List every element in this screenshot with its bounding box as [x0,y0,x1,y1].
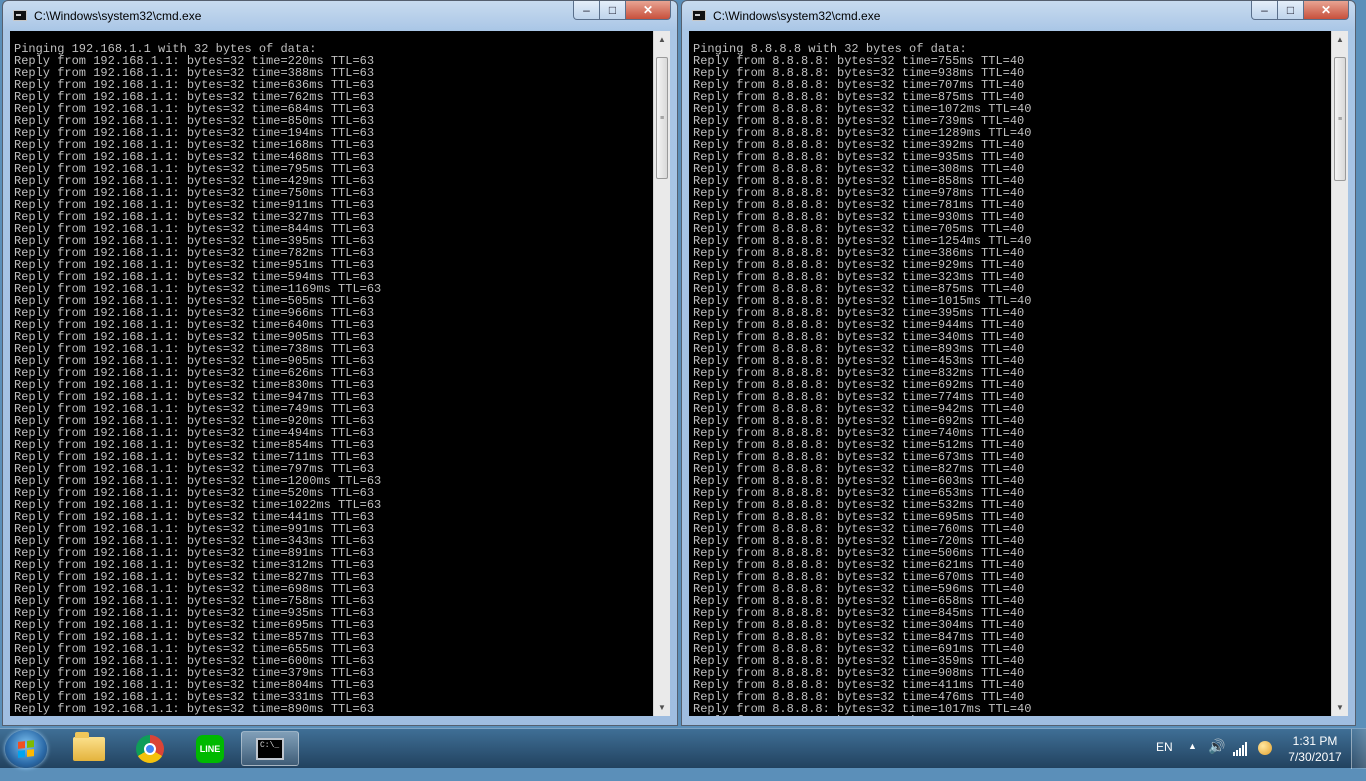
folder-icon [73,731,105,761]
minimize-button[interactable]: – [1251,1,1278,20]
close-button[interactable]: ✕ [1304,1,1349,20]
taskbar-explorer-button[interactable] [60,731,118,766]
scroll-thumb[interactable]: ≡ [656,57,668,179]
scroll-up-arrow-icon[interactable]: ▲ [1332,31,1348,48]
console-output: Pinging 192.168.1.1 with 32 bytes of dat… [14,43,652,715]
chrome-icon [136,734,164,763]
scroll-down-arrow-icon[interactable]: ▼ [654,699,670,716]
maximize-button[interactable]: □ [600,1,626,20]
maximize-button[interactable]: □ [1278,1,1304,20]
clock-date: 7/30/2017 [1288,750,1342,764]
taskbar-chrome-button[interactable] [121,731,179,766]
cmd-window-left[interactable]: C:\Windows\system32\cmd.exe – □ ✕ Pingin… [2,0,678,726]
line-icon: LINE [196,734,224,763]
language-indicator[interactable]: EN [1156,740,1173,780]
start-button[interactable] [5,730,47,768]
console-output: Pinging 8.8.8.8 with 32 bytes of data: Re… [693,43,1330,716]
console-line: Reply from 8.8.8.8: bytes=32 time=402ms … [693,715,1330,716]
window-title: C:\Windows\system32\cmd.exe [34,9,202,23]
title-bar[interactable]: C:\Windows\system32\cmd.exe – □ ✕ [682,1,1355,31]
clock-time: 1:31 PM [1292,734,1338,748]
power-icon[interactable] [1258,741,1272,755]
show-desktop-button[interactable] [1351,729,1366,769]
scroll-down-arrow-icon[interactable]: ▼ [1332,699,1348,716]
scroll-thumb[interactable]: ≡ [1334,57,1346,181]
taskbar-line-button[interactable]: LINE [181,731,239,766]
taskbar: LINE C:\_ EN ▲ 🔊 1:31 PM 7/30/2017 [0,728,1366,769]
show-hidden-icons-icon[interactable]: ▲ [1188,741,1197,781]
taskbar-cmd-button[interactable]: C:\_ [241,731,299,766]
title-bar[interactable]: C:\Windows\system32\cmd.exe – □ ✕ [3,1,677,31]
close-button[interactable]: ✕ [626,1,671,20]
clock[interactable]: 1:31 PM 7/30/2017 [1286,733,1344,773]
cmd-app-icon[interactable] [692,10,706,21]
console-area[interactable]: Pinging 192.168.1.1 with 32 bytes of dat… [10,31,670,716]
window-controls: – □ ✕ [1251,1,1349,21]
cmd-icon: C:\_ [256,737,284,760]
window-controls: – □ ✕ [573,1,671,21]
minimize-button[interactable]: – [573,1,600,20]
console-area[interactable]: Pinging 8.8.8.8 with 32 bytes of data: Re… [689,31,1348,716]
cmd-app-icon[interactable] [13,10,27,21]
volume-icon[interactable]: 🔊 [1208,738,1225,778]
network-signal-icon[interactable] [1233,742,1249,756]
window-title: C:\Windows\system32\cmd.exe [713,9,881,23]
scroll-up-arrow-icon[interactable]: ▲ [654,31,670,48]
console-line: Reply from 192.168.1.1: bytes=32 time=89… [14,702,375,716]
vertical-scrollbar[interactable]: ▲ ≡ ▼ [653,31,670,716]
cmd-window-right[interactable]: C:\Windows\system32\cmd.exe – □ ✕ Pingin… [681,0,1356,726]
vertical-scrollbar[interactable]: ▲ ≡ ▼ [1331,31,1348,716]
